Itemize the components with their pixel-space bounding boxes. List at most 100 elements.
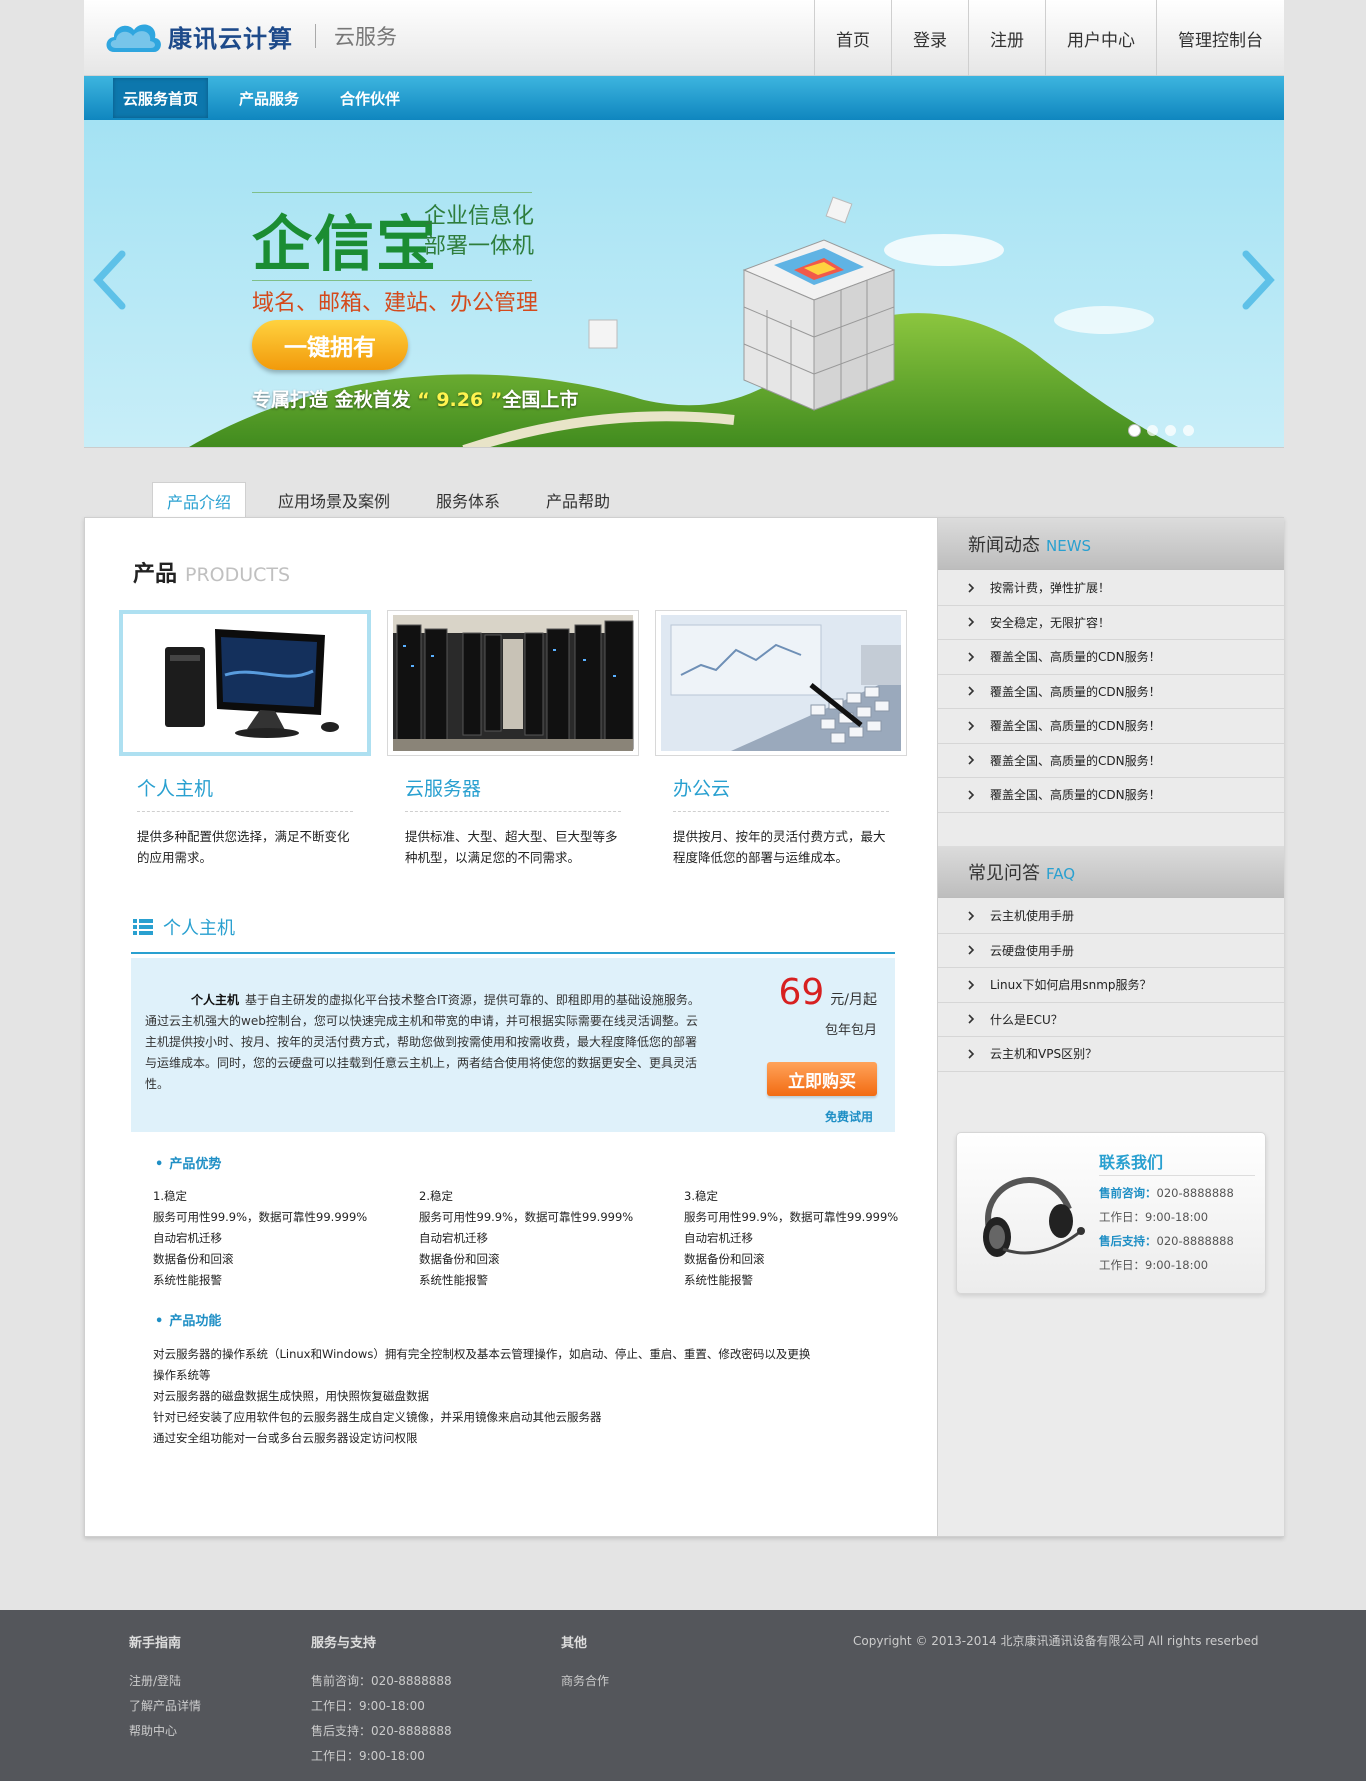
logo-divider [315,24,316,48]
product-image[interactable] [119,610,371,756]
faq-item[interactable]: 云主机使用手册 [938,899,1284,934]
chevron-right-icon [968,721,975,731]
product-image[interactable] [655,610,907,756]
news-item-text[interactable]: 按需计费，弹性扩展！ [990,579,1110,596]
faq-list: 云主机使用手册 云硬盘使用手册 Linux下如何启用snmp服务？ 什么是ECU… [938,899,1284,1072]
aftersales-phone: 020-8888888 [1156,1234,1234,1248]
footer-guide-title: 新手指南 [129,1636,182,1651]
news-item-text[interactable]: 覆盖全国、高质量的CDN服务！ [990,683,1161,700]
host-info-box: 个人主机 基于自主研发的虚拟化平台技术整合IT资源，提供可靠的、即租即用的基础设施… [131,958,895,1132]
faq-item[interactable]: 云主机和VPS区别？ [938,1037,1284,1072]
presales-line: 售前咨询：020-8888888 [1099,1185,1234,1201]
faq-item[interactable]: Linux下如何启用snmp服务？ [938,968,1284,1003]
banner-dot[interactable] [1165,425,1176,436]
news-item[interactable]: 按需计费，弹性扩展！ [938,571,1284,606]
product-card[interactable]: 办公云 提供按月、按年的灵活付费方式，最大程度降低您的部署与运维成本。 [655,610,907,868]
news-item[interactable]: 覆盖全国、高质量的CDN服务！ [938,744,1284,778]
nav-products[interactable]: 产品服务 [229,78,309,118]
footer-other-title: 其他 [561,1636,588,1651]
product-name[interactable]: 云服务器 [405,774,621,812]
logo[interactable]: 康讯云计算 云服务 [102,14,397,58]
footer-link[interactable]: 帮助中心 [129,1719,201,1744]
desktop-computer-icon [125,615,365,751]
faq-item-text[interactable]: 什么是ECU？ [990,1011,1063,1028]
news-item-text[interactable]: 安全稳定，无限扩容！ [990,614,1110,631]
footer-link[interactable]: 注册/登陆 [129,1669,201,1694]
free-trial-link[interactable]: 免费试用 [825,1108,873,1125]
advantage-line: 自动宕机迁移 [153,1231,222,1245]
buy-now-button[interactable]: 立即购买 [767,1062,877,1096]
function-line: 对云服务器的磁盘数据生成快照，用快照恢复磁盘数据 [153,1389,429,1403]
product-card[interactable]: 个人主机 提供多种配置供您选择，满足不断变化的应用需求。 [119,610,371,868]
faq-heading-cn: 常见问答 [968,862,1040,884]
banner-title: 企信宝 [252,210,438,280]
contact-divider [1099,1175,1255,1176]
top-nav-register[interactable]: 注册 [968,0,1045,76]
nav-partners[interactable]: 合作伙伴 [330,78,410,118]
host-description: 个人主机 基于自主研发的虚拟化平台技术整合IT资源，提供可靠的、即租即用的基础设施… [145,990,705,1095]
chevron-right-icon [968,980,975,990]
news-list: 按需计费，弹性扩展！ 安全稳定，无限扩容！ 覆盖全国、高质量的CDN服务！ 覆盖… [938,571,1284,813]
footer-link[interactable]: 商务合作 [561,1669,609,1694]
news-item-text[interactable]: 覆盖全国、高质量的CDN服务！ [990,786,1161,803]
faq-item-text[interactable]: 云主机和VPS区别？ [990,1045,1097,1062]
aftersales-label: 售后支持： [1099,1234,1157,1248]
host-section-title: 个人主机 [163,918,235,939]
news-item[interactable]: 覆盖全国、高质量的CDN服务！ [938,709,1284,744]
news-item[interactable]: 安全稳定，无限扩容！ [938,606,1284,640]
banner-subtitle-line-2: 部署一体机 [424,234,535,259]
news-item[interactable]: 覆盖全国、高质量的CDN服务！ [938,778,1284,813]
advantage-line: 3.稳定 [684,1189,718,1203]
top-nav-login[interactable]: 登录 [891,0,968,76]
banner-cta-button[interactable]: 一键拥有 [252,320,408,370]
tab-use-cases[interactable]: 应用场景及案例 [264,482,404,518]
tab-service-system[interactable]: 服务体系 [422,482,514,518]
nav-cloud-home[interactable]: 云服务首页 [113,78,209,118]
banner-dot[interactable] [1147,425,1158,436]
product-image[interactable] [387,610,639,756]
footer-text: 工作日：9:00-18:00 [311,1699,425,1713]
chevron-right-icon [968,1014,975,1024]
footer-text: 售后支持：020-8888888 [311,1724,452,1738]
product-card[interactable]: 云服务器 提供标准、大型、超大型、巨大型等多种机型，以满足您的不同需求。 [387,610,639,868]
logo-subtitle: 云服务 [334,25,397,49]
faq-item[interactable]: 云硬盘使用手册 [938,934,1284,968]
news-item[interactable]: 覆盖全国、高质量的CDN服务！ [938,640,1284,675]
footer-text: 工作日：9:00-18:00 [311,1749,425,1763]
main-nav: 云服务首页 产品服务 合作伙伴 [84,76,1284,120]
footer-guide: 新手指南 注册/登陆 了解产品详情 帮助中心 [129,1632,201,1744]
product-name[interactable]: 个人主机 [137,774,353,812]
banner-next-arrow-icon[interactable] [1238,250,1278,310]
top-nav-console[interactable]: 管理控制台 [1156,0,1284,76]
product-description: 提供多种配置供您选择，满足不断变化的应用需求。 [137,829,350,865]
list-icon [133,919,153,935]
news-item[interactable]: 覆盖全国、高质量的CDN服务！ [938,675,1284,709]
aftersales-line: 售后支持：020-8888888 [1099,1233,1234,1249]
banner-dot[interactable] [1129,425,1140,436]
banner-prev-arrow-icon[interactable] [90,250,130,310]
faq-item-text[interactable]: 云主机使用手册 [990,907,1074,924]
news-item-text[interactable]: 覆盖全国、高质量的CDN服务！ [990,648,1161,665]
content-tabs: 产品介绍 应用场景及案例 服务体系 产品帮助 [84,482,1284,518]
banner-title-rule [252,192,532,193]
news-item-text[interactable]: 覆盖全国、高质量的CDN服务！ [990,717,1161,734]
tab-product-intro[interactable]: 产品介绍 [152,482,247,518]
footer-link[interactable]: 了解产品详情 [129,1694,201,1719]
price-block: 69 元/月起 包年包月 [778,972,877,1038]
logo-text: 康讯云计算 [168,24,293,53]
faq-item-text[interactable]: Linux下如何启用snmp服务？ [990,976,1152,993]
top-nav-home[interactable]: 首页 [814,0,891,76]
chevron-right-icon [968,583,975,593]
faq-item[interactable]: 什么是ECU？ [938,1003,1284,1037]
news-item-text[interactable]: 覆盖全国、高质量的CDN服务！ [990,752,1161,769]
banner-dot[interactable] [1183,425,1194,436]
function-line: 对云服务器的操作系统（Linux和Windows）拥有完全控制权及基本云管理操作… [153,1347,811,1361]
tab-product-help[interactable]: 产品帮助 [532,482,624,518]
top-nav-user-center[interactable]: 用户中心 [1045,0,1156,76]
advantage-line: 2.稳定 [419,1189,453,1203]
faq-item-text[interactable]: 云硬盘使用手册 [990,942,1074,959]
product-name[interactable]: 办公云 [673,774,889,812]
banner-tagline-date: “ 9.26 ” [417,389,503,411]
advantage-line: 系统性能报警 [419,1273,488,1287]
banner-subtitle-line-1: 企业信息化 [424,204,535,229]
